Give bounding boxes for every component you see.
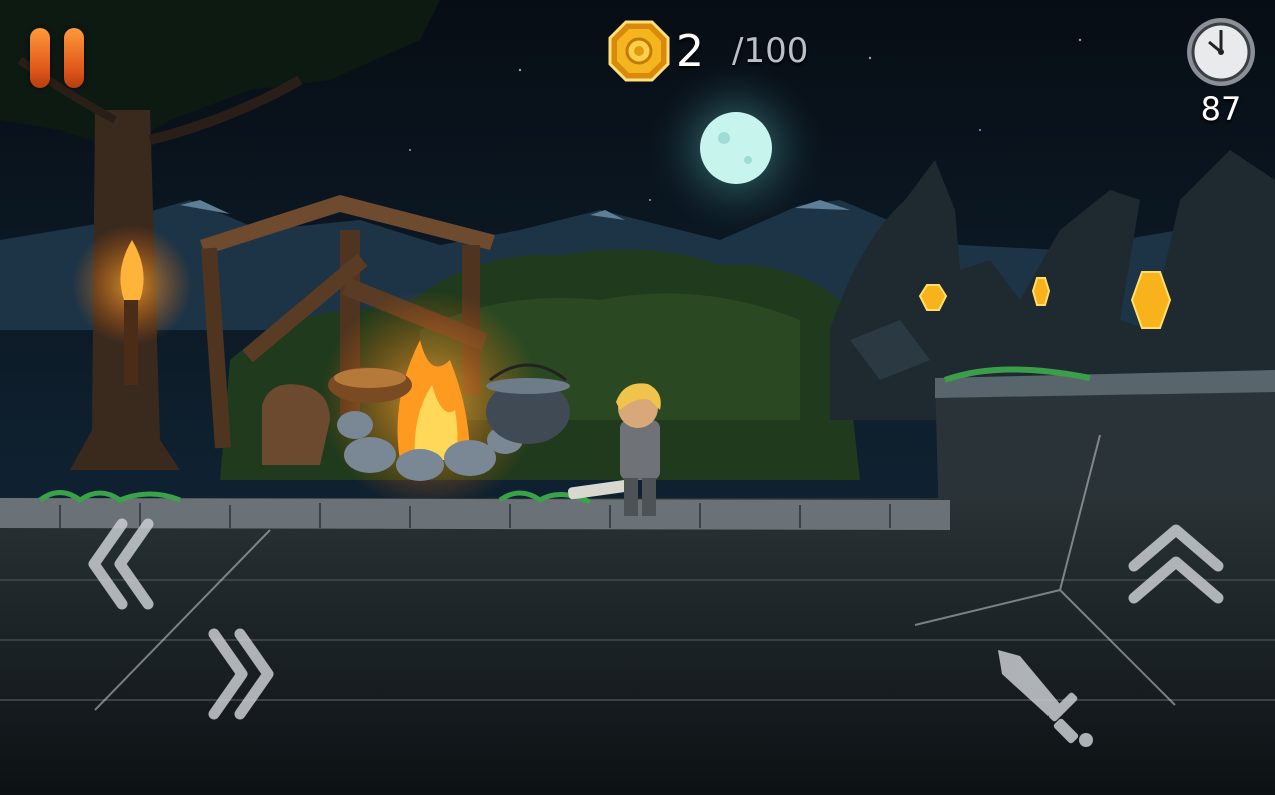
attack-button[interactable] — [990, 644, 1102, 752]
move-right-button[interactable] — [202, 624, 278, 724]
move-left-button[interactable] — [84, 514, 160, 614]
double-chevron-right-icon — [208, 628, 274, 720]
clock-icon — [1187, 18, 1255, 86]
coins-collected: 2 — [676, 25, 704, 77]
timer-value: 87 — [1200, 90, 1242, 128]
double-chevron-up-icon — [1128, 524, 1224, 604]
gold-coin-icon — [608, 20, 670, 82]
game-screen: 2 /100 87 — [0, 0, 1275, 795]
timer: 87 — [1184, 16, 1258, 128]
sword-icon — [998, 650, 1093, 747]
double-chevron-left-icon — [88, 518, 154, 610]
armor-sack — [262, 384, 330, 465]
moon — [700, 112, 772, 184]
jump-button[interactable] — [1124, 518, 1228, 610]
pause-button[interactable] — [30, 28, 86, 90]
coins-total: /100 — [732, 31, 809, 71]
coin-counter: 2 /100 — [608, 18, 808, 84]
